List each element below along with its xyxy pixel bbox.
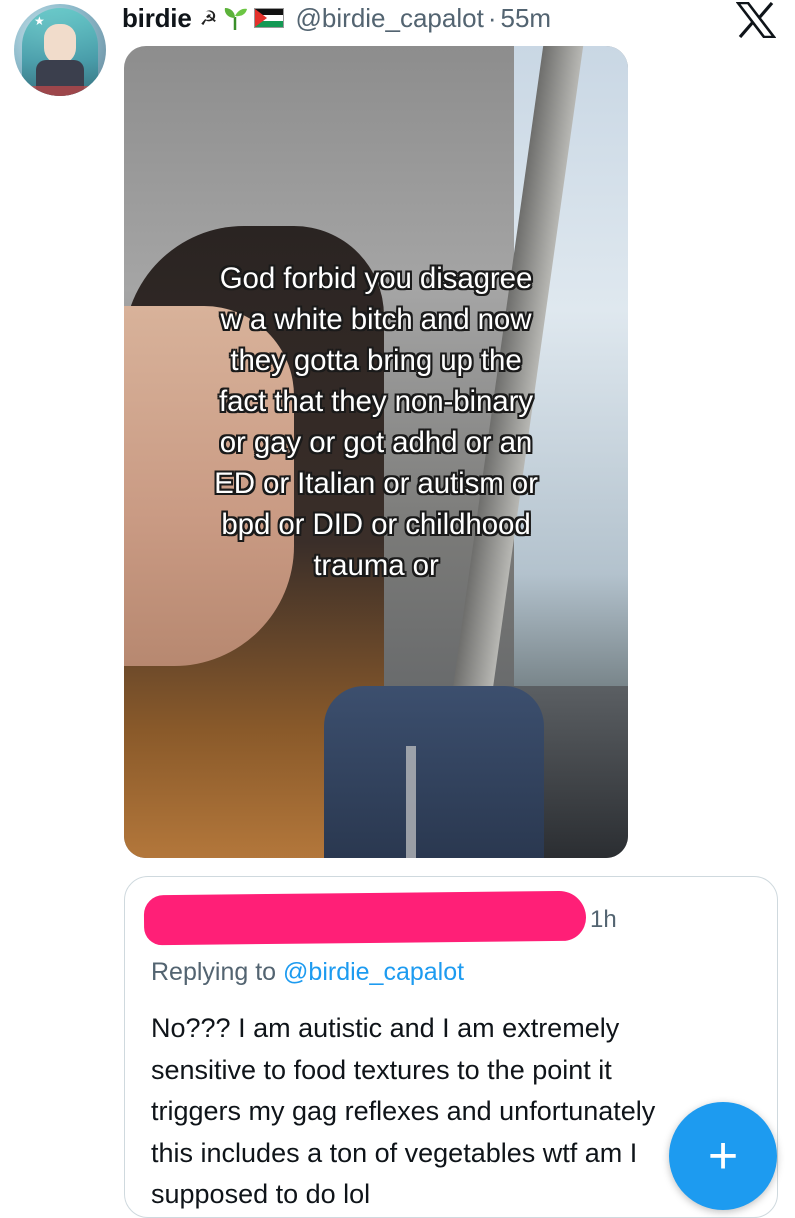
caption-line: trauma or [313, 549, 439, 582]
caption-line: fact that they non-binary [219, 385, 533, 418]
reply-text-line: this includes a ton of vegetables wtf am… [151, 1137, 638, 1168]
tweet-header: birdie ☭ @birdie_capalot · 55m [122, 3, 551, 33]
author-handle[interactable]: @birdie_capalot [296, 3, 484, 34]
reply-text-line: triggers my gag reflexes and unfortunate… [151, 1096, 656, 1126]
sprout-icon [224, 8, 247, 30]
display-name[interactable]: birdie [122, 3, 192, 34]
avatar-face [44, 24, 76, 64]
media-caption: God forbid you disagree w a white bitch … [154, 258, 598, 586]
person-jacket [324, 686, 544, 858]
caption-line: w a white bitch and now [220, 303, 532, 336]
caption-line: they gotta bring up the [230, 344, 522, 377]
redacted-username [143, 890, 587, 946]
plus-icon: + [707, 1127, 739, 1185]
replying-to-mention[interactable]: @birdie_capalot [283, 958, 464, 986]
caption-line: ED or Italian or autism or [214, 467, 538, 500]
avatar-stripe [14, 86, 106, 96]
avatar[interactable]: ★ [14, 4, 106, 96]
tweet-media-image[interactable]: God forbid you disagree w a white bitch … [124, 46, 628, 858]
reply-text-line: supposed to do lol [151, 1179, 371, 1209]
jacket-zipper [406, 746, 416, 858]
replying-to-line: Replying to @birdie_capalot [151, 958, 464, 987]
x-logo-icon [736, 2, 776, 38]
separator-dot: · [487, 2, 497, 33]
reply-text: No??? I am autistic and I am extremely s… [151, 1008, 741, 1216]
caption-line: or gay or got adhd or an [219, 426, 533, 459]
replying-to-label: Replying to [151, 958, 284, 986]
compose-button[interactable]: + [669, 1102, 777, 1210]
hammer-sickle-icon: ☭ [199, 7, 218, 30]
reply-text-line: sensitive to food textures to the point … [151, 1054, 612, 1085]
tweet-timestamp[interactable]: 55m [501, 3, 552, 34]
reply-text-line: No??? I am autistic and I am extremely [151, 1013, 620, 1043]
caption-line: God forbid you disagree [219, 262, 533, 295]
palestine-flag-icon [253, 8, 284, 28]
name-badges: ☭ [200, 5, 284, 31]
star-icon: ★ [34, 14, 45, 28]
reply-timestamp[interactable]: 1h [590, 906, 617, 934]
caption-line: bpd or DID or childhood [221, 508, 531, 541]
